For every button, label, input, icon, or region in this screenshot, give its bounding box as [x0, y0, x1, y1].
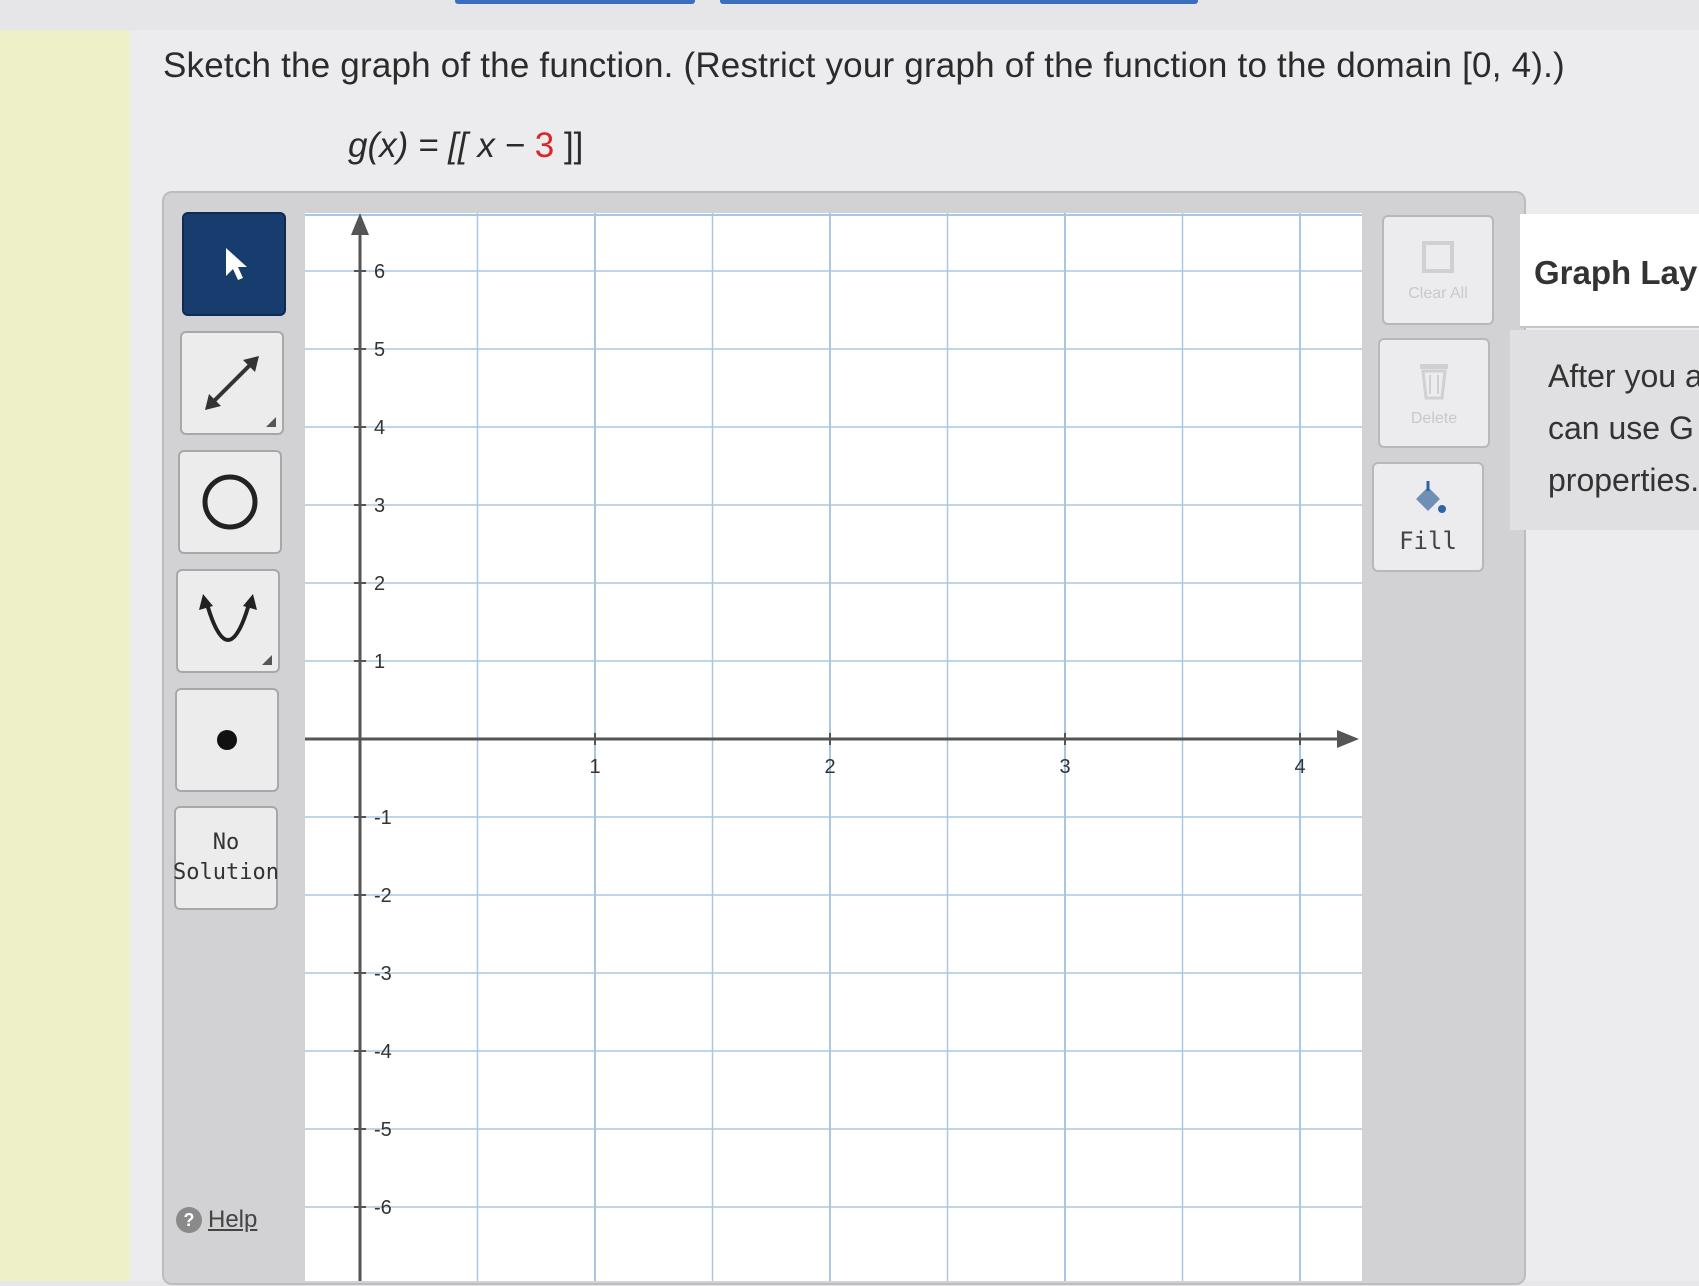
- no-solution-button[interactable]: No Solution: [173, 806, 279, 910]
- fill-button[interactable]: Fill: [1372, 462, 1484, 572]
- x-tick-label: 1: [589, 756, 600, 778]
- formula-lhs: g(x) = [[: [348, 126, 468, 165]
- help-label: Help: [208, 1206, 258, 1233]
- fill-label: Fill: [1399, 527, 1457, 555]
- y-tick-label: -6: [374, 1197, 392, 1219]
- help-question-icon: ?: [176, 1207, 202, 1233]
- y-tick-label: -4: [374, 1041, 392, 1063]
- formula-close: ]]: [554, 126, 584, 165]
- y-tick-label: 3: [374, 495, 385, 517]
- top-tab-indicator-1: [455, 0, 695, 4]
- help-link[interactable]: ? Help: [176, 1206, 257, 1234]
- left-margin-band: [0, 30, 130, 1281]
- clear-all-label: Clear All: [1408, 285, 1468, 302]
- x-tick-label: 3: [1059, 756, 1070, 778]
- formula-constant: 3: [534, 126, 555, 165]
- arrow-pointer-icon: [226, 248, 247, 280]
- y-axis-arrow: [351, 213, 369, 235]
- y-tick-label: 2: [374, 573, 385, 595]
- select-tool-button[interactable]: [182, 212, 286, 316]
- circle-icon: [202, 474, 258, 530]
- y-tick-label: 1: [374, 651, 385, 673]
- circle-tool-button[interactable]: [178, 450, 282, 554]
- question-prompt: Sketch the graph of the function. (Restr…: [163, 46, 1565, 85]
- graph-layers-text-2: can use G: [1548, 410, 1694, 446]
- y-tick-label: -2: [374, 885, 392, 907]
- no-solution-label-1: No: [212, 830, 240, 855]
- trash-icon: [1420, 364, 1448, 400]
- graph-canvas[interactable]: 1 2 3 4 6 5 4 3 2 1 -1 -2 -3 -4 -5 -6: [305, 213, 1362, 1281]
- x-axis-arrow: [1337, 730, 1359, 748]
- delete-label: Delete: [1410, 410, 1458, 427]
- x-tick-label: 2: [824, 756, 835, 778]
- graph-layers-header: Graph Lay: [1520, 214, 1699, 328]
- graph-layers-text-1: After you a: [1548, 358, 1699, 394]
- clear-all-icon: [1422, 241, 1454, 273]
- line-segment-icon: [205, 356, 259, 410]
- graph-layers-body: After you a can use G properties.: [1510, 330, 1699, 530]
- graph-layers-text-3: properties.: [1548, 462, 1699, 498]
- y-tick-label: 4: [374, 417, 385, 439]
- submenu-corner-icon: [266, 417, 276, 427]
- y-tick-label: 5: [374, 339, 385, 361]
- parabola-tool-button[interactable]: [176, 569, 280, 673]
- paint-bucket-icon: [1416, 481, 1446, 513]
- top-tab-indicator-2: [720, 0, 1198, 4]
- x-tick-label: 4: [1294, 756, 1305, 778]
- y-tick-label: -5: [374, 1119, 392, 1141]
- delete-button[interactable]: Delete: [1378, 338, 1490, 448]
- graph-layers-title: Graph Lay: [1534, 254, 1698, 291]
- point-tool-button[interactable]: [175, 688, 279, 792]
- coordinate-grid[interactable]: 1 2 3 4 6 5 4 3 2 1 -1 -2 -3 -4 -5 -6: [305, 213, 1362, 1281]
- parabola-icon: [199, 594, 257, 642]
- no-solution-label-2: Solution: [173, 860, 279, 885]
- y-tick-label: -1: [374, 807, 392, 829]
- y-tick-label: -3: [374, 963, 392, 985]
- y-tick-label: 6: [374, 261, 385, 283]
- point-icon: [217, 730, 237, 750]
- clear-all-button[interactable]: Clear All: [1382, 215, 1494, 325]
- line-tool-button[interactable]: [180, 331, 284, 435]
- formula-var: x −: [467, 126, 535, 165]
- function-formula: g(x) = [[ x − 3 ]]: [348, 126, 583, 166]
- submenu-corner-icon: [262, 655, 272, 665]
